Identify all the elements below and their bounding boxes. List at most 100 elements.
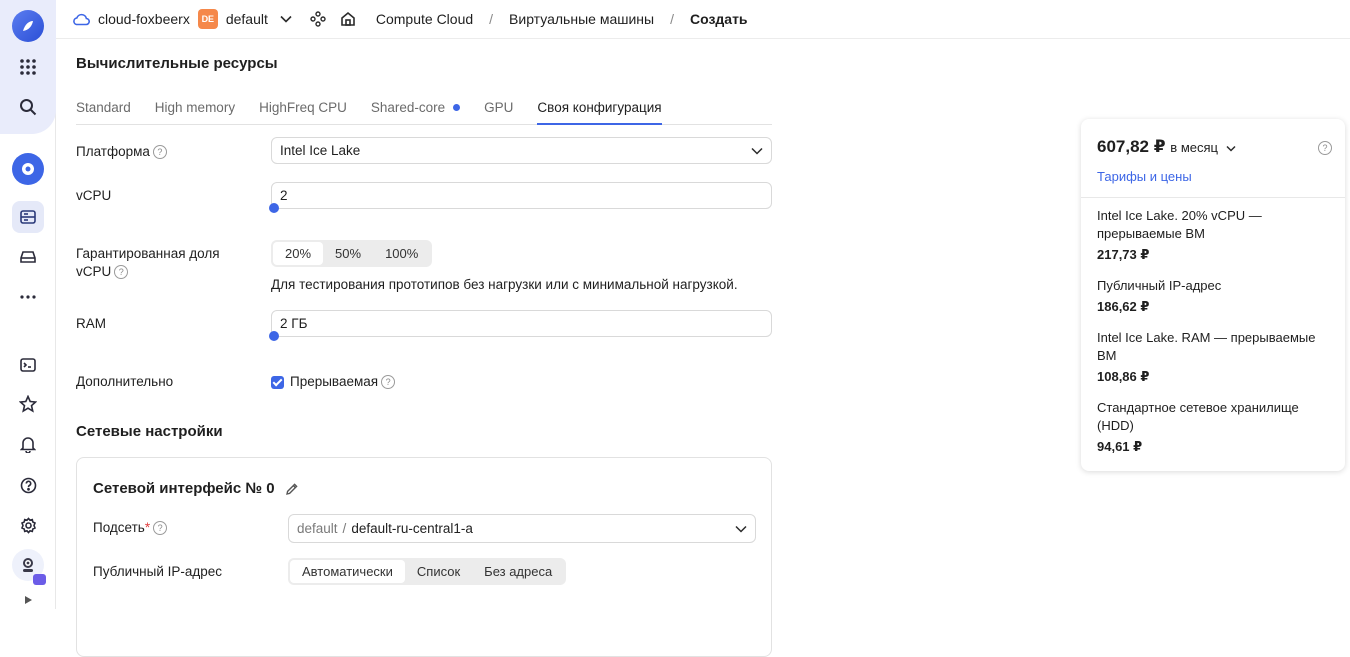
platform-label: Платформа xyxy=(76,144,150,159)
price-item-amount: 94,61 ₽ xyxy=(1097,439,1143,454)
vcpu-input[interactable]: 2 xyxy=(271,182,772,209)
section-title-network: Сетевые настройки xyxy=(76,423,223,440)
share-option-100[interactable]: 100% xyxy=(373,242,430,265)
tab-shared-core-label: Shared-core xyxy=(370,100,446,115)
compute-gear-icon[interactable] xyxy=(12,153,44,185)
bell-icon[interactable] xyxy=(12,428,44,460)
help-icon[interactable]: ? xyxy=(114,265,129,280)
star-icon[interactable] xyxy=(12,388,44,420)
required-mark: * xyxy=(144,520,151,535)
public-ip-segmented: Автоматически Список Без адреса xyxy=(288,558,567,585)
chevron-down-icon xyxy=(751,147,763,155)
help-icon[interactable] xyxy=(12,469,44,501)
price-item-name: Intel Ice Lake. RAM — прерываемые ВМ xyxy=(1097,330,1316,363)
ram-label: RAM xyxy=(76,316,106,331)
help-icon[interactable]: ? xyxy=(153,521,168,536)
price-total-row[interactable]: 607,82 ₽ в месяц xyxy=(1097,137,1236,157)
edit-pencil-icon[interactable] xyxy=(285,482,299,496)
avatar[interactable] xyxy=(12,549,46,585)
search-icon[interactable] xyxy=(12,91,44,123)
cloud-icon xyxy=(73,13,90,26)
divider xyxy=(1081,197,1345,198)
platform-select[interactable]: Intel Ice Lake xyxy=(271,137,772,164)
price-item-amount: 217,73 ₽ xyxy=(1097,247,1150,262)
preemptible-checkbox[interactable] xyxy=(271,375,284,389)
share-option-20[interactable]: 20% xyxy=(273,242,324,265)
folder-badge: DE xyxy=(197,9,218,29)
help-icon[interactable]: ? xyxy=(381,375,396,390)
ip-option-auto[interactable]: Автоматически xyxy=(290,560,405,583)
help-icon[interactable]: ? xyxy=(1318,141,1332,155)
tab-gpu[interactable]: GPU xyxy=(484,99,513,125)
network-interface-card: Сетевой интерфейс № 0 Подсеть*? default /… xyxy=(76,457,772,657)
ip-option-list[interactable]: Список xyxy=(405,560,472,583)
chevron-down-icon xyxy=(735,525,747,533)
home-icon[interactable] xyxy=(340,11,356,27)
subnet-value-group: default / default-ru-central1-a xyxy=(297,521,473,536)
extra-label: Дополнительно xyxy=(76,374,174,389)
price-item-amount: 186,62 ₽ xyxy=(1097,299,1150,314)
subnet-select[interactable]: default / default-ru-central1-a xyxy=(288,514,756,543)
preemptible-label[interactable]: Прерываемая xyxy=(290,374,378,389)
top-bar: cloud-foxbeerx DE default Compute Cloud … xyxy=(56,0,1350,39)
price-item-amount: 108,86 ₽ xyxy=(1097,369,1150,384)
share-label-line-2: vCPU xyxy=(76,264,112,279)
cpu-share-segmented: 20% 50% 100% xyxy=(271,240,433,267)
price-total: 607,82 ₽ xyxy=(1097,137,1166,156)
terminal-icon[interactable] xyxy=(12,349,44,381)
breadcrumb-vms[interactable]: Виртуальные машины xyxy=(509,11,654,27)
share-label-line-1: Гарантированная доля xyxy=(76,246,220,261)
share-label: Гарантированная доля vCPU? xyxy=(76,245,220,281)
breadcrumb-separator: / xyxy=(489,11,494,27)
tab-custom-config[interactable]: Своя конфигурация xyxy=(537,99,662,125)
help-icon[interactable]: ? xyxy=(152,145,167,160)
logo-icon[interactable] xyxy=(12,10,44,42)
ip-option-none[interactable]: Без адреса xyxy=(472,560,564,583)
share-hint: Для тестирования прототипов без нагрузки… xyxy=(271,277,738,292)
breadcrumb-create: Создать xyxy=(689,11,748,27)
pricing-link[interactable]: Тарифы и цены xyxy=(1097,169,1192,184)
subnet-row-label: Подсеть*? xyxy=(93,520,168,536)
public-ip-label: Публичный IP-адрес xyxy=(93,564,223,579)
price-period: в месяц xyxy=(1170,140,1218,155)
price-item-name: Публичный IP-адрес xyxy=(1097,278,1222,293)
preemptible-row: Прерываемая? xyxy=(271,373,396,391)
settings-gear-icon[interactable] xyxy=(12,509,44,541)
platform-value: Intel Ice Lake xyxy=(280,143,361,158)
config-tabs: Standard High memory HighFreq CPU Shared… xyxy=(76,99,772,125)
section-title-compute: Вычислительные ресурсы xyxy=(76,55,278,72)
tab-standard[interactable]: Standard xyxy=(76,99,131,125)
price-item-name: Intel Ice Lake. 20% vCPU — прерываемые В… xyxy=(1097,208,1262,241)
share-option-50[interactable]: 50% xyxy=(323,242,373,265)
left-rail xyxy=(0,0,56,609)
chevron-down-icon[interactable] xyxy=(280,15,292,23)
subnet-value: default-ru-central1-a xyxy=(351,521,473,536)
cloud-name[interactable]: cloud-foxbeerx xyxy=(98,11,190,27)
expand-arrow-icon[interactable] xyxy=(12,590,44,610)
price-item-name: Стандартное сетевое хранилище (HDD) xyxy=(1097,400,1299,433)
services-icon[interactable] xyxy=(310,11,326,27)
subnet-folder: default xyxy=(297,521,338,536)
ram-slider-handle[interactable] xyxy=(269,331,279,341)
new-dot-icon xyxy=(453,104,461,111)
ram-input[interactable]: 2 ГБ xyxy=(271,310,772,337)
price-panel: 607,82 ₽ в месяц ? Тарифы и цены Intel I… xyxy=(1081,119,1345,471)
iface-header: Сетевой интерфейс № 0 xyxy=(93,480,299,497)
vcpu-label: vCPU xyxy=(76,188,112,203)
more-icon[interactable] xyxy=(12,281,44,313)
iface-title: Сетевой интерфейс № 0 xyxy=(93,480,275,497)
breadcrumb-compute[interactable]: Compute Cloud xyxy=(376,11,473,27)
breadcrumb-separator: / xyxy=(670,11,674,27)
platform-row-label: Платформа? xyxy=(76,143,167,161)
tab-highfreq-cpu[interactable]: HighFreq CPU xyxy=(259,99,347,125)
vcpu-slider-handle[interactable] xyxy=(269,203,279,213)
vm-list-icon[interactable] xyxy=(12,201,44,233)
chevron-down-icon xyxy=(1226,145,1236,152)
subnet-label: Подсеть xyxy=(93,520,145,535)
disk-icon[interactable] xyxy=(12,241,44,273)
tab-shared-core[interactable]: Shared-core xyxy=(370,99,461,125)
subnet-separator: / xyxy=(342,521,347,536)
apps-grid-icon[interactable] xyxy=(12,51,44,83)
folder-name[interactable]: default xyxy=(226,11,268,27)
tab-high-memory[interactable]: High memory xyxy=(155,99,235,125)
